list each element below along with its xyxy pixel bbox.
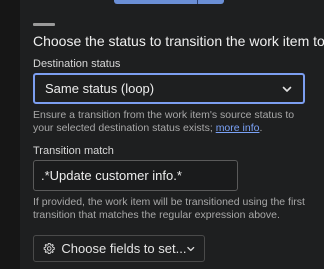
transition-match-label: Transition match xyxy=(33,145,114,157)
button-divider xyxy=(197,0,198,4)
destination-status-value: Same status (loop) xyxy=(45,81,155,96)
choose-fields-label: Choose fields to set... xyxy=(61,241,187,256)
top-action-button[interactable] xyxy=(114,0,224,4)
destination-help-text: Ensure a transition from the work item's… xyxy=(33,109,295,134)
chevron-down-icon xyxy=(282,86,292,92)
gear-icon xyxy=(43,242,55,255)
choose-fields-button[interactable]: Choose fields to set... xyxy=(33,235,205,262)
transition-match-input[interactable]: .*Update customer info.* xyxy=(33,160,238,191)
destination-status-label: Destination status xyxy=(33,58,121,70)
transition-match-help-text: If provided, the work item will be trans… xyxy=(33,196,305,221)
destination-status-select[interactable]: Same status (loop) xyxy=(33,73,305,104)
clipped-label xyxy=(33,20,93,26)
more-info-link[interactable]: more info xyxy=(216,122,260,134)
section-heading: Choose the status to transition the work… xyxy=(33,33,324,49)
chevron-down-icon xyxy=(187,246,195,251)
